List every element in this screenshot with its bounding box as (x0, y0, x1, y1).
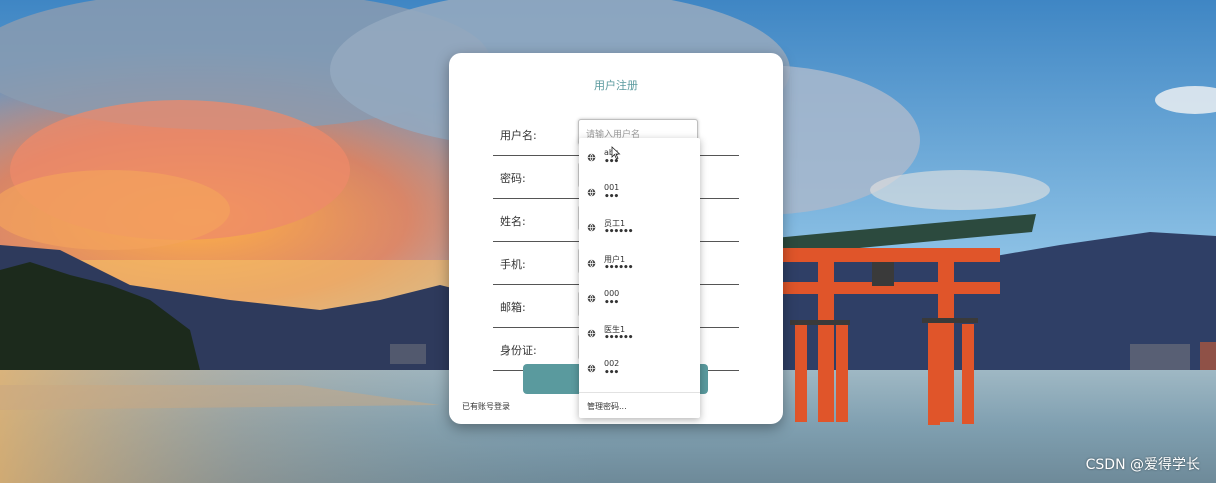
autofill-item[interactable]: abc ••• (579, 140, 700, 174)
autofill-password-mask: •••••• (604, 227, 633, 237)
mouse-cursor-icon (611, 146, 621, 160)
autofill-password-mask: •••••• (604, 333, 633, 343)
password-label: 密码: (500, 172, 526, 185)
autofill-dropdown: abc ••• 001 ••• 员工1 •••••• 用户1 •••••• 00… (579, 138, 700, 418)
username-label: 用户名: (500, 129, 537, 142)
phone-label: 手机: (500, 258, 526, 271)
page: 用户注册 用户名: 请输入用户名 密码: 姓名: 手机: 邮箱: 身份证: 已有… (0, 0, 1216, 483)
autofill-password-mask: ••• (604, 368, 619, 378)
autofill-item[interactable]: 医生1 •••••• (579, 316, 700, 350)
globe-icon (587, 259, 596, 268)
globe-icon (587, 294, 596, 303)
id-card-label: 身份证: (500, 344, 537, 357)
name-label: 姓名: (500, 215, 526, 228)
globe-icon (587, 188, 596, 197)
manage-passwords-link[interactable]: 管理密码... (587, 401, 627, 412)
autofill-username: 002 (604, 359, 620, 368)
autofill-password-mask: ••• (604, 298, 619, 308)
autofill-username: 000 (604, 289, 620, 298)
autofill-item[interactable]: 001 ••• (579, 175, 700, 209)
globe-icon (587, 153, 596, 162)
autofill-item[interactable]: 员工1 •••••• (579, 210, 700, 244)
globe-icon (587, 364, 596, 373)
autofill-password-mask: ••• (604, 192, 619, 202)
watermark: CSDN @爱得学长 (1085, 457, 1200, 473)
autofill-item[interactable]: 用户1 •••••• (579, 246, 700, 280)
autofill-item[interactable]: 002 ••• (579, 351, 700, 385)
globe-icon (587, 329, 596, 338)
autofill-username: 001 (604, 183, 620, 192)
login-link[interactable]: 已有账号登录 (462, 401, 510, 412)
autofill-password-mask: •••••• (604, 263, 633, 273)
email-label: 邮箱: (500, 301, 526, 314)
globe-icon (587, 223, 596, 232)
dropdown-divider (579, 392, 700, 393)
autofill-item[interactable]: 000 ••• (579, 281, 700, 315)
form-title: 用户注册 (594, 79, 638, 92)
